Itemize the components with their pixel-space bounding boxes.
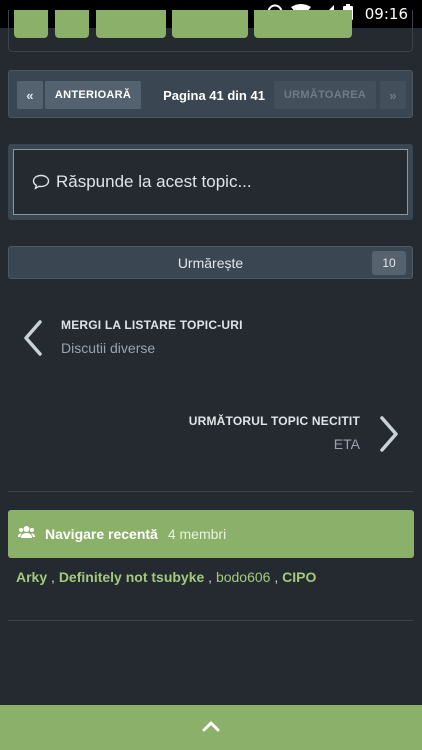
separator: , xyxy=(47,569,59,585)
recent-members-list: Arky , Definitely not tsubyke , bodo606 … xyxy=(16,569,316,585)
chevron-left-icon xyxy=(22,318,44,363)
back-link-subtitle: Discutii diverse xyxy=(61,340,156,356)
separator: , xyxy=(204,569,216,585)
reaction-chip[interactable] xyxy=(55,10,89,38)
back-link-title: MERGI LA LISTARE TOPIC-URI xyxy=(61,318,243,332)
next-link-subtitle: ETA xyxy=(333,436,360,452)
follower-count: 10 xyxy=(372,251,406,275)
next-link-title: URMĂTORUL TOPIC NECITIT xyxy=(188,414,360,428)
comment-icon xyxy=(32,174,50,190)
follow-label: Urmărește xyxy=(177,254,244,271)
previous-page-button[interactable]: ANTERIOARĂ xyxy=(45,81,141,109)
pagination: « ANTERIOARĂ Pagina 41 din 41 URMĂTOAREA… xyxy=(8,70,413,118)
chevron-right-icon xyxy=(378,414,400,459)
reply-input[interactable]: Răspunde la acest topic... xyxy=(13,149,408,215)
follow-button[interactable]: Urmărește 10 xyxy=(8,246,413,279)
page-indicator[interactable]: Pagina 41 din 41 xyxy=(149,81,279,109)
separator: , xyxy=(270,569,283,585)
chevron-up-icon xyxy=(202,719,220,737)
reaction-chip[interactable] xyxy=(254,10,352,38)
next-unread-topic-link[interactable]: URMĂTORUL TOPIC NECITIT ETA xyxy=(22,412,402,462)
recent-title: Navigare recentă xyxy=(45,526,158,542)
reply-placeholder: Răspunde la acest topic... xyxy=(56,172,252,191)
reply-container: Răspunde la acest topic... xyxy=(8,144,413,220)
last-page-button: » xyxy=(380,81,406,109)
member-link[interactable]: bodo606 xyxy=(216,569,271,585)
scroll-to-top-bar[interactable] xyxy=(0,705,422,750)
reaction-chip[interactable] xyxy=(96,10,166,38)
reaction-strip xyxy=(8,10,413,52)
member-link[interactable]: Definitely not tsubyke xyxy=(59,569,204,585)
divider xyxy=(8,491,413,492)
member-link[interactable]: CIPO xyxy=(282,569,316,585)
reaction-chip[interactable] xyxy=(14,10,48,38)
users-icon xyxy=(18,525,35,544)
first-page-button[interactable]: « xyxy=(17,81,43,109)
back-to-topics-link[interactable]: MERGI LA LISTARE TOPIC-URI Discutii dive… xyxy=(22,316,402,366)
member-link[interactable]: Arky xyxy=(16,569,47,585)
recent-browsing-header: Navigare recentă 4 membri xyxy=(8,510,414,558)
next-page-button: URMĂTOAREA xyxy=(274,81,376,109)
reaction-chip[interactable] xyxy=(172,10,248,38)
divider xyxy=(8,620,413,621)
recent-count: 4 membri xyxy=(167,526,227,542)
